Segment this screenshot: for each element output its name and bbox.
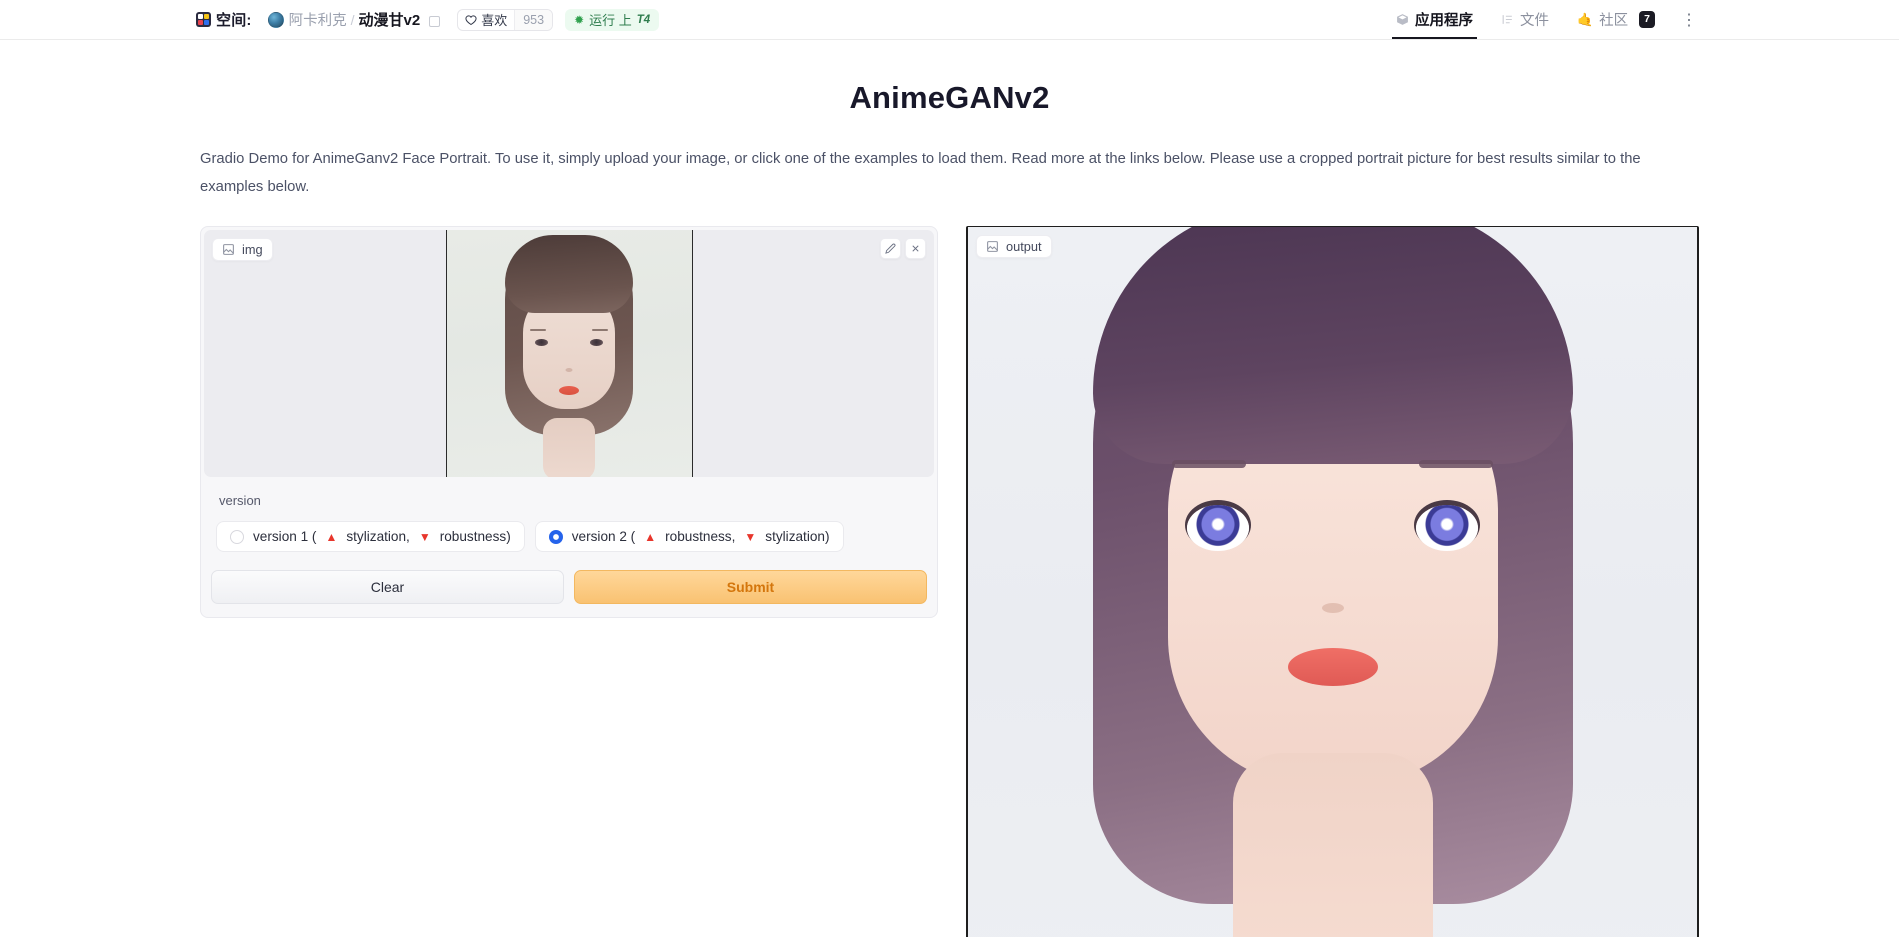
repo-name[interactable]: 动漫甘v2 (359, 9, 421, 30)
page-description: Gradio Demo for AnimeGanv2 Face Portrait… (200, 151, 1641, 195)
copy-icon[interactable] (427, 14, 441, 27)
triangle-down-icon: ▼ (418, 529, 431, 544)
tab-files-label: 文件 (1519, 13, 1549, 29)
radio-version-2[interactable]: version 2 ( ▲ robustness, ▼ stylization) (534, 521, 844, 552)
header-left-cluster: 空间: 阿卡利克 / 动漫甘v2 喜欢 953 ✹ 运行 上 T4 (0, 8, 1382, 31)
output-label: output (976, 235, 1052, 258)
clear-button[interactable]: Clear (211, 570, 564, 604)
triangle-up-icon: ▲ (325, 529, 338, 544)
version-radio-row: version 1 ( ▲ stylization, ▼ robustness)… (216, 521, 922, 552)
radio-version-2-prefix: version 2 ( (571, 529, 636, 544)
radio-version-1[interactable]: version 1 ( ▲ stylization, ▼ robustness) (216, 521, 525, 552)
like-chip: 喜欢 953 (457, 8, 554, 31)
spaces-label: 空间: (216, 12, 252, 29)
action-buttons: Clear Submit (204, 562, 934, 614)
tab-community[interactable]: 🤙 社区 7 (1563, 0, 1669, 39)
output-label-text: output (1006, 239, 1042, 254)
owner-link[interactable]: 阿卡利克 (267, 9, 347, 30)
image-upload-stage[interactable]: img (204, 230, 934, 477)
demo-panels: img version version 1 (▲ stylization, ▼… (200, 226, 1699, 937)
avatar (267, 11, 284, 28)
like-label: 喜欢 (481, 13, 508, 28)
page-title: AnimeGANv2 (849, 80, 1050, 115)
heart-icon (465, 14, 477, 26)
path-separator: / (350, 11, 355, 28)
grid-icon (196, 12, 211, 27)
header-nav-tabs: 应用程序 文件 🤙 社区 7 ⋮ (1382, 0, 1899, 39)
input-column: img version version 1 (▲ stylization, ▼… (200, 226, 938, 618)
spark-icon: ✹ (574, 12, 585, 27)
runtime-status-badge: ✹ 运行 上 T4 (565, 8, 660, 31)
output-image-stage[interactable]: output (966, 226, 1699, 937)
cube-icon (1396, 13, 1409, 26)
input-label-text: img (242, 242, 263, 257)
tab-community-label: 社区 (1599, 13, 1629, 29)
submit-button[interactable]: Submit (574, 570, 927, 604)
triangle-up-icon: ▲ (644, 529, 657, 544)
gpu-label: T4 (636, 13, 651, 26)
input-block: img version version 1 (▲ stylization, ▼… (200, 226, 938, 618)
radio-indicator (230, 529, 244, 544)
version-group: version version 1 ( ▲ stylization, ▼ rob… (204, 477, 934, 562)
files-icon (1501, 13, 1514, 26)
uploaded-image (445, 230, 693, 477)
close-icon[interactable] (905, 238, 926, 259)
radio-version-2-term2: stylization) (765, 529, 830, 544)
image-tools (880, 238, 926, 259)
output-column: output (966, 226, 1699, 937)
page-body: AnimeGANv2 Gradio Demo for AnimeGanv2 Fa… (0, 80, 1899, 937)
radio-version-1-term1: stylization, (346, 529, 410, 544)
hand-icon: 🤙 (1576, 12, 1594, 27)
community-badge: 7 (1639, 11, 1655, 28)
owner-name: 阿卡利克 (288, 13, 347, 29)
tab-app-label: 应用程序 (1414, 13, 1473, 29)
triangle-down-icon: ▼ (744, 529, 757, 544)
generated-image (968, 227, 1697, 937)
running-label: 运行 上 (589, 13, 632, 28)
like-button[interactable]: 喜欢 (458, 10, 514, 30)
radio-version-1-prefix: version 1 ( (253, 529, 317, 544)
tab-app[interactable]: 应用程序 (1382, 0, 1487, 39)
radio-indicator (548, 529, 563, 544)
version-group-label: version (219, 493, 261, 508)
radio-version-2-term1: robustness, (665, 529, 736, 544)
radio-version-1-term2: robustness) (439, 529, 511, 544)
input-label: img (212, 238, 273, 261)
overflow-menu-button[interactable]: ⋮ (1675, 6, 1703, 34)
site-header: 空间: 阿卡利克 / 动漫甘v2 喜欢 953 ✹ 运行 上 T4 应用程序 文… (0, 0, 1899, 40)
like-count: 953 (514, 9, 553, 30)
tab-files[interactable]: 文件 (1487, 0, 1563, 39)
image-icon (986, 240, 999, 253)
pencil-icon[interactable] (880, 238, 901, 259)
image-icon (222, 243, 235, 256)
